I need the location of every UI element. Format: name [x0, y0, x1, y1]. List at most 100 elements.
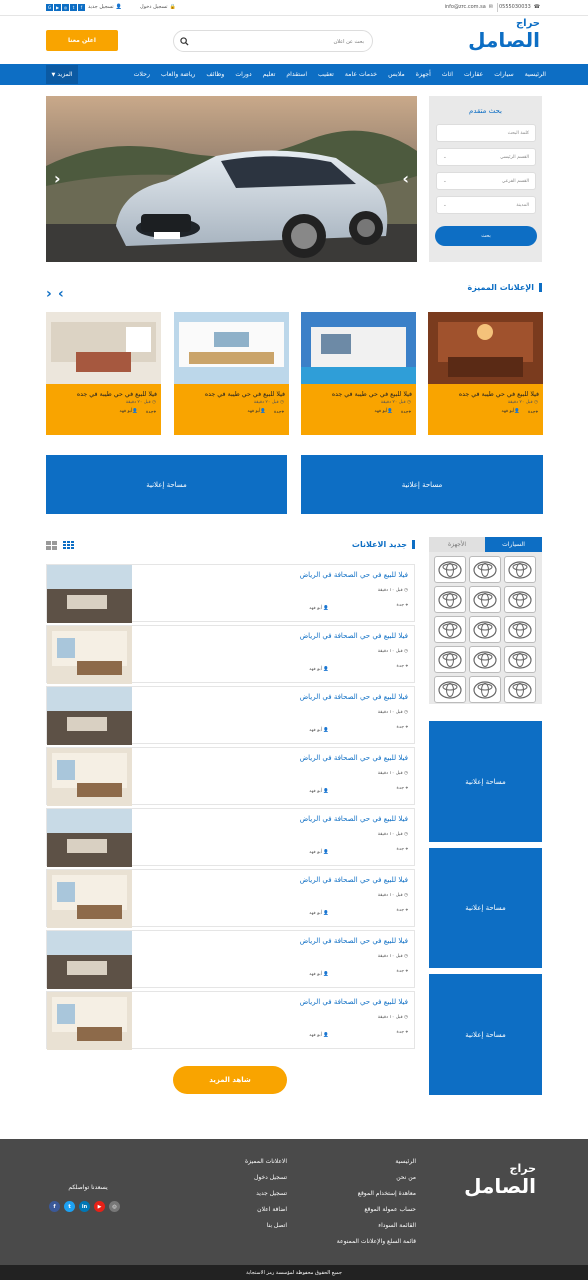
featured-next-arrow-icon[interactable]: ›: [58, 287, 64, 301]
footer-link[interactable]: اضافة اعلان: [197, 1206, 287, 1213]
hero-slider[interactable]: ‹ ›: [46, 96, 417, 262]
nav-item[interactable]: استقدام: [286, 71, 307, 78]
youtube-icon[interactable]: ▶: [94, 1201, 105, 1212]
featured-card[interactable]: فيلا للبيع في حي طيبة في جده ◷ قبل ٢٠ دقي…: [46, 312, 161, 435]
featured-card[interactable]: فيلا للبيع في حي طيبة في جده ◷ قبل ٢٠ دقي…: [301, 312, 416, 435]
listing-row[interactable]: فيلا للبيع في حي الصحافة في الرياض ◷ قبل …: [46, 625, 415, 684]
brand-logo-toyota-icon[interactable]: [504, 676, 536, 703]
nav-item[interactable]: وظائف: [206, 71, 224, 78]
nav-item[interactable]: سيارات: [494, 71, 513, 78]
featured-card[interactable]: فيلا للبيع في حي طيبة في جده ◷ قبل ٢٠ دقي…: [428, 312, 543, 435]
see-more-button[interactable]: شاهد المزيد: [173, 1066, 287, 1094]
listing-row[interactable]: فيلا للبيع في حي الصحافة في الرياض ◷ قبل …: [46, 808, 415, 867]
nav-item[interactable]: رحلات: [134, 71, 150, 78]
search-input[interactable]: [204, 35, 364, 48]
listing-row[interactable]: فيلا للبيع في حي الصحافة في الرياض ◷ قبل …: [46, 747, 415, 806]
listing-title[interactable]: فيلا للبيع في حي الصحافة في الرياض: [300, 815, 408, 823]
brand-logo-toyota-icon[interactable]: [469, 646, 501, 673]
instagram-icon[interactable]: ◎: [109, 1201, 120, 1212]
brand-logo-toyota-icon[interactable]: [469, 556, 501, 583]
nav-item[interactable]: اثاث: [442, 71, 453, 78]
nav-item[interactable]: الرئيسية: [525, 71, 546, 78]
advertise-button[interactable]: اعلن معنا: [46, 30, 118, 51]
nav-item[interactable]: ملابس: [388, 71, 405, 78]
search-box[interactable]: [173, 30, 373, 52]
main-category-select[interactable]: القسم الرئيسي ⌄: [436, 148, 536, 166]
slider-next-arrow-icon[interactable]: ›: [402, 169, 409, 188]
twitter-icon[interactable]: t: [70, 4, 77, 11]
brand-logo-toyota-icon[interactable]: [434, 556, 466, 583]
contact-email[interactable]: ✉ info@zrc.com.sa: [445, 4, 493, 10]
footer-link[interactable]: تسجيل جديد: [197, 1190, 287, 1197]
footer-link[interactable]: اتصل بنا: [197, 1222, 287, 1229]
google-plus-icon[interactable]: G: [46, 4, 53, 11]
youtube-icon[interactable]: ▶: [54, 4, 61, 11]
brand-logo-toyota-icon[interactable]: [469, 616, 501, 643]
register-link[interactable]: 👤 تسجيل جديد: [88, 4, 122, 10]
search-submit-button[interactable]: بحث: [435, 226, 537, 246]
tab-cars[interactable]: السيارات: [485, 537, 542, 552]
brand-logo-toyota-icon[interactable]: [434, 676, 466, 703]
nav-item[interactable]: خدمات عامة: [345, 71, 377, 78]
footer-link[interactable]: من نحن: [306, 1174, 416, 1181]
nav-item[interactable]: تعليم: [263, 71, 276, 78]
footer-link[interactable]: معاهدة إستخدام الموقع: [306, 1190, 416, 1197]
facebook-icon[interactable]: f: [78, 4, 85, 11]
nav-item[interactable]: عقارات: [464, 71, 483, 78]
footer-link[interactable]: حساب عمولة الموقع: [306, 1206, 416, 1213]
instagram-icon[interactable]: ◎: [62, 4, 69, 11]
brand-logo-toyota-icon[interactable]: [504, 556, 536, 583]
brand-logo-toyota-icon[interactable]: [469, 676, 501, 703]
list-view-icon[interactable]: [63, 541, 74, 549]
footer-link[interactable]: الرئيسية: [306, 1158, 416, 1165]
ad-space-side[interactable]: مساحة إعلانية: [429, 848, 542, 968]
listing-title[interactable]: فيلا للبيع في حي الصحافة في الرياض: [300, 754, 408, 762]
footer-logo[interactable]: حراج الصامل: [446, 1163, 536, 1198]
grid-view-icon[interactable]: [46, 541, 57, 550]
nav-item[interactable]: دورات: [235, 71, 251, 78]
footer-link[interactable]: قائمة السلع والإعلانات الممنوعة: [306, 1238, 416, 1245]
brand-logo-toyota-icon[interactable]: [434, 586, 466, 613]
ad-space-banner[interactable]: مساحة إعلانية: [46, 455, 287, 514]
footer-link[interactable]: القائمة السوداء: [306, 1222, 416, 1229]
sub-category-select[interactable]: القسم الفرعي ⌄: [436, 172, 536, 190]
brand-logo-toyota-icon[interactable]: [434, 616, 466, 643]
site-logo[interactable]: حراج الصامل: [460, 18, 540, 51]
nav-item[interactable]: رياضة والعاب: [161, 71, 195, 78]
listing-title[interactable]: فيلا للبيع في حي الصحافة في الرياض: [300, 937, 408, 945]
brand-logo-toyota-icon[interactable]: [469, 586, 501, 613]
ad-space-banner[interactable]: مساحة إعلانية: [301, 455, 543, 514]
search-button[interactable]: [176, 33, 193, 50]
brand-logo-toyota-icon[interactable]: [504, 586, 536, 613]
brand-logo-toyota-icon[interactable]: [504, 616, 536, 643]
listing-title[interactable]: فيلا للبيع في حي الصحافة في الرياض: [300, 876, 408, 884]
ad-space-side[interactable]: مساحة إعلانية: [429, 721, 542, 842]
listing-row[interactable]: فيلا للبيع في حي الصحافة في الرياض ◷ قبل …: [46, 869, 415, 928]
listing-row[interactable]: فيلا للبيع في حي الصحافة في الرياض ◷ قبل …: [46, 930, 415, 989]
brand-logo-toyota-icon[interactable]: [434, 646, 466, 673]
listing-row[interactable]: فيلا للبيع في حي الصحافة في الرياض ◷ قبل …: [46, 564, 415, 623]
footer-link[interactable]: الاعلانات المميزة: [197, 1158, 287, 1165]
nav-item[interactable]: تعقيب: [318, 71, 334, 78]
listing-row[interactable]: فيلا للبيع في حي الصحافة في الرياض ◷ قبل …: [46, 686, 415, 745]
facebook-icon[interactable]: f: [49, 1201, 60, 1212]
nav-more-button[interactable]: المزيد ▼: [46, 65, 78, 84]
login-link[interactable]: 🔒 تسجيل دخول: [140, 4, 176, 10]
nav-item[interactable]: أجهزة: [416, 71, 431, 78]
city-select[interactable]: المدينة ⌄: [436, 196, 536, 214]
listing-title[interactable]: فيلا للبيع في حي الصحافة في الرياض: [300, 571, 408, 579]
listing-title[interactable]: فيلا للبيع في حي الصحافة في الرياض: [300, 693, 408, 701]
tab-devices[interactable]: الأجهزة: [429, 537, 485, 552]
twitter-icon[interactable]: t: [64, 1201, 75, 1212]
ad-space-side[interactable]: مساحة إعلانية: [429, 974, 542, 1095]
featured-prev-arrow-icon[interactable]: ‹: [46, 287, 52, 301]
listing-row[interactable]: فيلا للبيع في حي الصحافة في الرياض ◷ قبل …: [46, 991, 415, 1050]
listing-title[interactable]: فيلا للبيع في حي الصحافة في الرياض: [300, 632, 408, 640]
listing-title[interactable]: فيلا للبيع في حي الصحافة في الرياض: [300, 998, 408, 1006]
keyword-input[interactable]: كلمة البحث: [436, 124, 536, 142]
featured-card[interactable]: فيلا للبيع في حي طيبة في جده ◷ قبل ٢٠ دقي…: [174, 312, 289, 435]
footer-link[interactable]: تسجيل دخول: [197, 1174, 287, 1181]
brand-logo-toyota-icon[interactable]: [504, 646, 536, 673]
linkedin-icon[interactable]: in: [79, 1201, 90, 1212]
slider-prev-arrow-icon[interactable]: ‹: [54, 169, 61, 188]
